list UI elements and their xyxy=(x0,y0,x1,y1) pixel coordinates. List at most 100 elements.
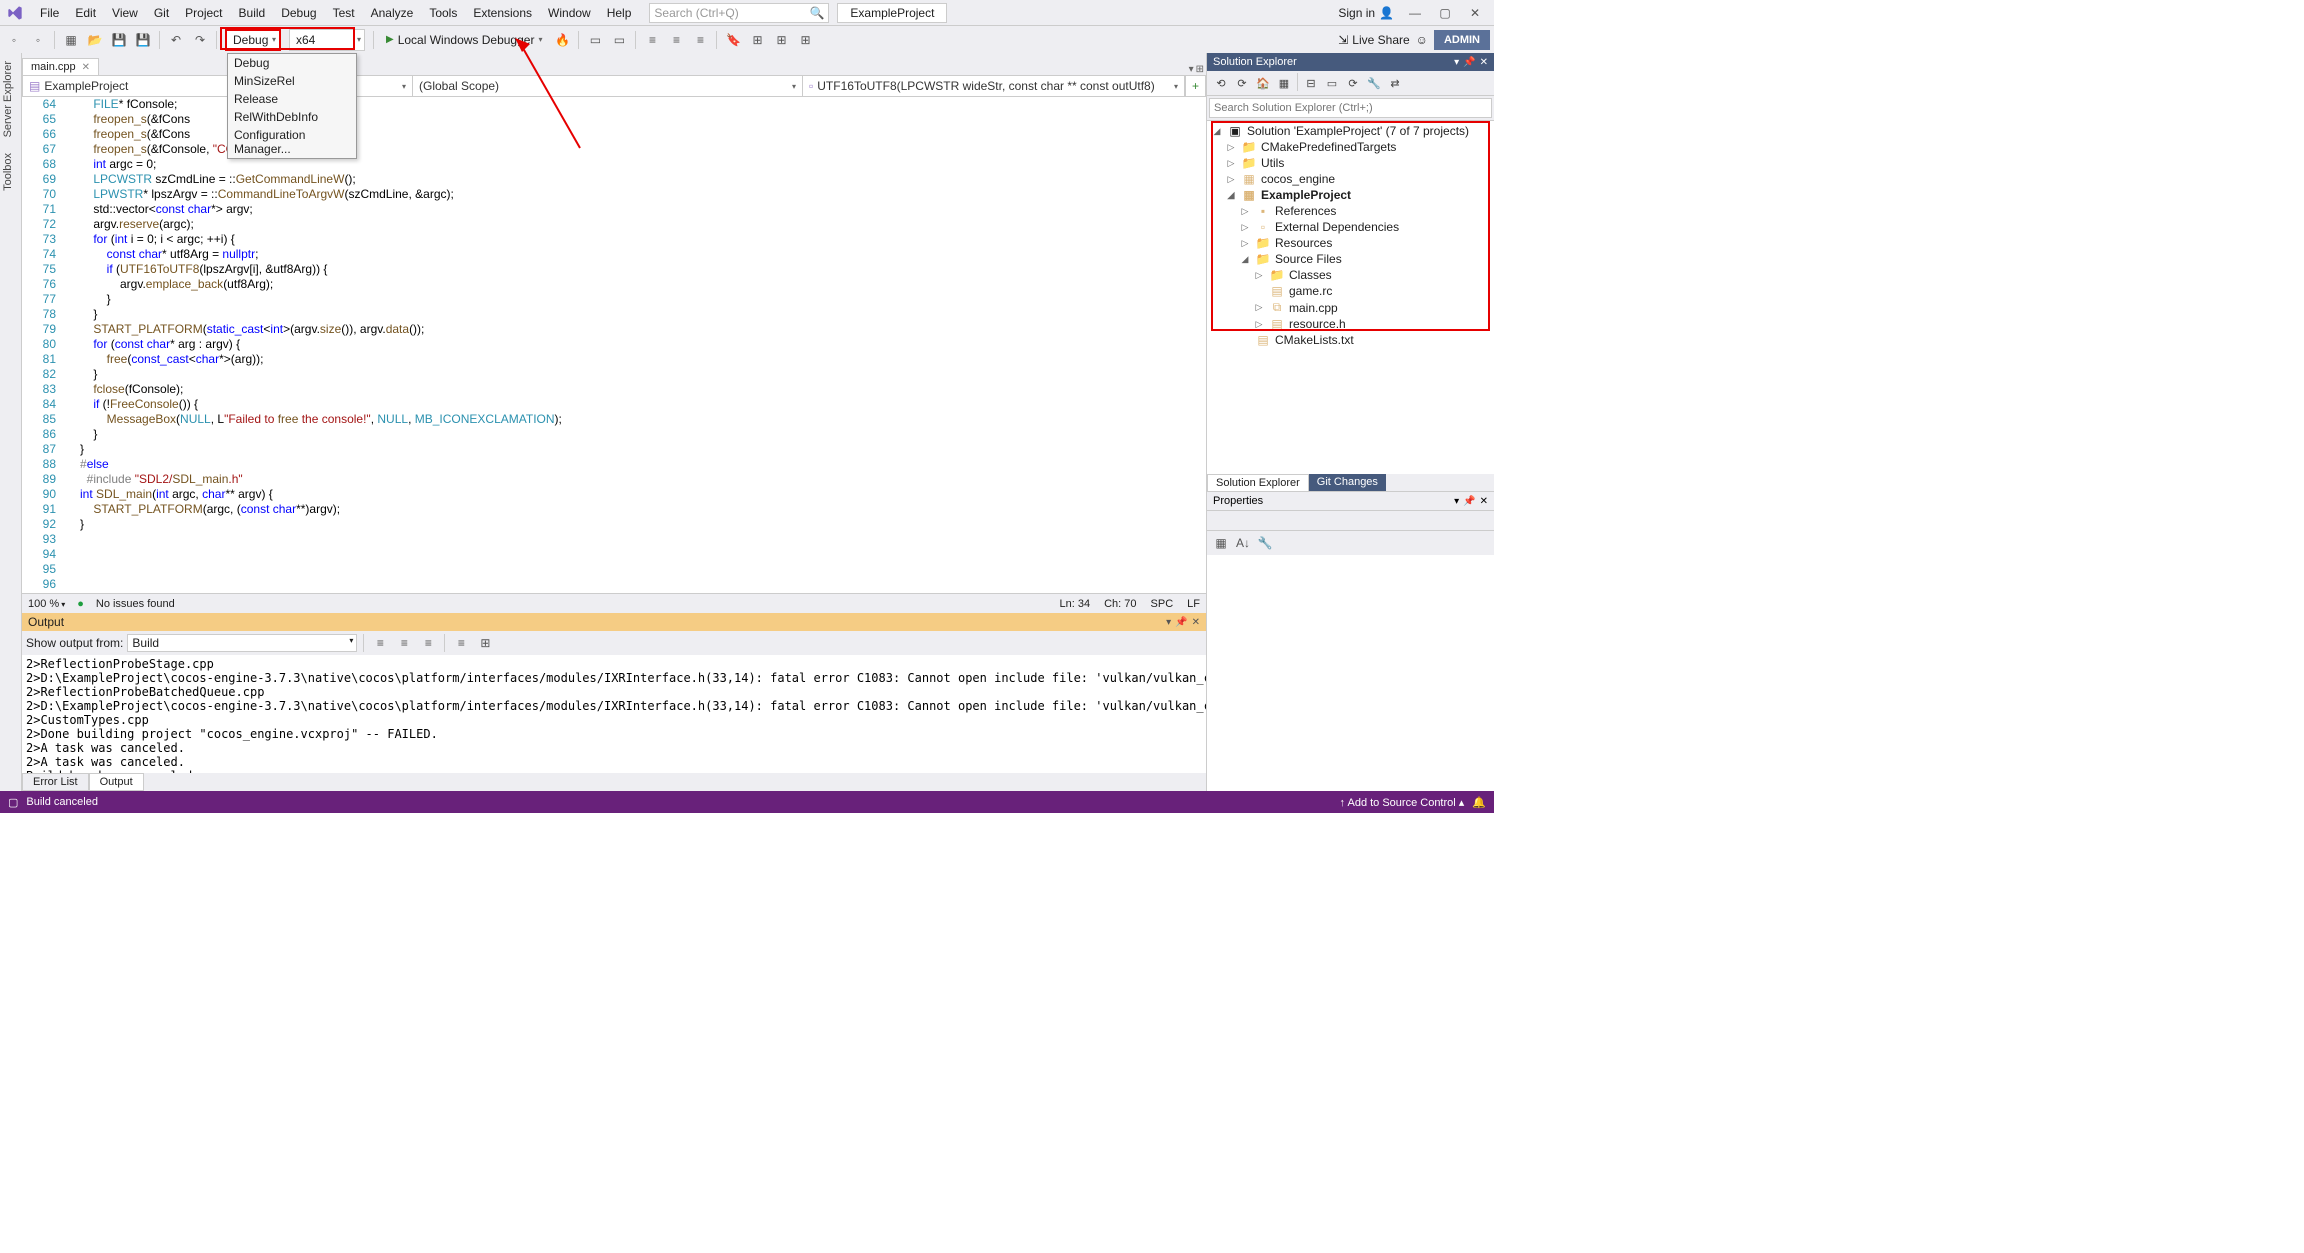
tree-node[interactable]: ▷▪References xyxy=(1207,203,1494,219)
close-icon[interactable]: ✕ xyxy=(82,62,90,73)
home2-icon[interactable]: 🏠 xyxy=(1253,73,1273,93)
pin-icon[interactable]: 📌 xyxy=(1175,617,1187,628)
code-editor[interactable]: 6465666768697071727374757677787980818283… xyxy=(22,97,1206,593)
zoom-combo[interactable]: 100 % xyxy=(28,598,65,610)
menu-edit[interactable]: Edit xyxy=(67,3,104,23)
save-all-icon[interactable]: 💾 xyxy=(133,30,153,50)
tree-node[interactable]: ◢📁Source Files xyxy=(1207,251,1494,267)
close-button[interactable]: ✕ xyxy=(1460,3,1490,23)
categorize-icon[interactable]: ▦ xyxy=(1211,533,1231,553)
error-list-tab[interactable]: Error List xyxy=(22,773,89,791)
close-icon[interactable]: ✕ xyxy=(1480,57,1488,68)
minimize-button[interactable]: — xyxy=(1400,3,1430,23)
menu-build[interactable]: Build xyxy=(231,3,274,23)
pin-icon[interactable]: 📌 xyxy=(1463,57,1475,68)
sign-in-button[interactable]: Sign in 👤 xyxy=(1332,4,1400,22)
dropdown-icon[interactable]: ▾ xyxy=(1454,57,1459,68)
output-text[interactable]: 2>ReflectionProbeStage.cpp 2>D:\ExampleP… xyxy=(22,655,1206,773)
tree-node[interactable]: ▷▫External Dependencies xyxy=(1207,219,1494,235)
show-all-icon[interactable]: ▭ xyxy=(1322,73,1342,93)
code-content[interactable]: FILE* fConsole; freopen_s(&fCons out); f… xyxy=(76,97,1206,593)
solution-explorer-tab[interactable]: Solution Explorer xyxy=(1207,474,1309,491)
menu-git[interactable]: Git xyxy=(146,3,177,23)
nav-fwd-icon[interactable]: ◦ xyxy=(28,30,48,50)
config-option[interactable]: Release xyxy=(228,90,356,108)
undo-icon[interactable]: ↶ xyxy=(166,30,186,50)
solution-node[interactable]: ◢▣ Solution 'ExampleProject' (7 of 7 pro… xyxy=(1207,123,1494,139)
nav-back-icon[interactable]: ◦ xyxy=(4,30,24,50)
preview-icon[interactable]: ⇄ xyxy=(1385,73,1405,93)
misc2-icon[interactable]: ⊞ xyxy=(771,30,791,50)
toolbox-tab[interactable]: Toolbox xyxy=(0,145,16,199)
toggle-icon[interactable]: ≡ xyxy=(394,633,414,653)
document-tab-main[interactable]: main.cpp ✕ xyxy=(22,58,99,75)
menu-debug[interactable]: Debug xyxy=(273,3,324,23)
solution-tree[interactable]: ◢▣ Solution 'ExampleProject' (7 of 7 pro… xyxy=(1207,121,1494,474)
menu-tools[interactable]: Tools xyxy=(421,3,465,23)
alpha-icon[interactable]: A↓ xyxy=(1233,533,1253,553)
new-item-icon[interactable]: ▦ xyxy=(61,30,81,50)
dropdown-icon[interactable]: ▾ xyxy=(1454,496,1459,507)
wrench-icon[interactable]: 🔧 xyxy=(1255,533,1275,553)
menu-project[interactable]: Project xyxy=(177,3,230,23)
notifications-icon[interactable]: 🔔 xyxy=(1472,796,1486,809)
menu-window[interactable]: Window xyxy=(540,3,599,23)
output-tab[interactable]: Output xyxy=(89,773,144,791)
misc3-icon[interactable]: ⊞ xyxy=(795,30,815,50)
dropdown-icon[interactable]: ▾ xyxy=(1166,617,1171,628)
tree-node[interactable]: ▷▦cocos_engine xyxy=(1207,171,1494,187)
redo-icon[interactable]: ↷ xyxy=(190,30,210,50)
tree-node[interactable]: ▷📁Classes xyxy=(1207,267,1494,283)
tree-node[interactable]: ▷📁CMakePredefinedTargets xyxy=(1207,139,1494,155)
collapse-icon[interactable]: ⊟ xyxy=(1301,73,1321,93)
config-option[interactable]: Configuration Manager... xyxy=(228,126,356,158)
split-editor-button[interactable]: + xyxy=(1185,76,1205,96)
misc1-icon[interactable]: ⊞ xyxy=(747,30,767,50)
feedback-icon[interactable]: ☺ xyxy=(1416,33,1428,47)
step2-icon[interactable]: ▭ xyxy=(609,30,629,50)
config-option[interactable]: RelWithDebInfo xyxy=(228,108,356,126)
close-icon[interactable]: ✕ xyxy=(1480,496,1488,507)
tree-node[interactable]: ▷▤resource.h xyxy=(1207,316,1494,332)
bookmark-icon[interactable]: 🔖 xyxy=(723,30,743,50)
show-icon[interactable]: ▦ xyxy=(1274,73,1294,93)
pin-icon[interactable]: 📌 xyxy=(1463,496,1475,507)
function-scope-combo[interactable]: ▫ UTF16ToUTF8(LPCWSTR wideStr, const cha… xyxy=(803,76,1185,96)
tree-node[interactable]: ▤game.rc xyxy=(1207,283,1494,299)
search-box[interactable]: Search (Ctrl+Q) 🔍 xyxy=(649,3,829,23)
menu-extensions[interactable]: Extensions xyxy=(465,3,540,23)
clear-icon[interactable]: ≡ xyxy=(370,633,390,653)
tree-node[interactable]: ▷⧉main.cpp xyxy=(1207,299,1494,316)
menu-help[interactable]: Help xyxy=(599,3,640,23)
tree-node[interactable]: ▷📁Utils xyxy=(1207,155,1494,171)
maximize-button[interactable]: ▢ xyxy=(1430,3,1460,23)
props-icon[interactable]: 🔧 xyxy=(1364,73,1384,93)
tree-node[interactable]: ▤CMakeLists.txt xyxy=(1207,332,1494,348)
tree-node[interactable]: ◢▦ExampleProject xyxy=(1207,187,1494,203)
live-share-button[interactable]: ⇲ Live Share xyxy=(1338,33,1409,47)
outdent-icon[interactable]: ≡ xyxy=(666,30,686,50)
git-changes-tab[interactable]: Git Changes xyxy=(1309,474,1386,491)
config-option[interactable]: Debug xyxy=(228,54,356,72)
tree-node[interactable]: ▷📁Resources xyxy=(1207,235,1494,251)
goto-icon[interactable]: ≡ xyxy=(451,633,471,653)
project-selector[interactable]: ExampleProject xyxy=(837,3,947,23)
output-source-combo[interactable]: Build xyxy=(127,634,357,652)
solution-search-input[interactable] xyxy=(1209,98,1492,118)
menu-analyze[interactable]: Analyze xyxy=(363,3,422,23)
source-control-button[interactable]: ↑ Add to Source Control ▴ xyxy=(1340,796,1465,809)
server-explorer-tab[interactable]: Server Explorer xyxy=(0,53,16,145)
tab-window-icon[interactable]: ⊞ xyxy=(1196,64,1204,75)
sync-icon[interactable]: ⟳ xyxy=(1232,73,1252,93)
tab-dropdown-icon[interactable]: ▾ xyxy=(1189,64,1194,75)
home-icon[interactable]: ⟲ xyxy=(1211,73,1231,93)
open-icon[interactable]: 📂 xyxy=(85,30,105,50)
indent-icon[interactable]: ≡ xyxy=(642,30,662,50)
wrap-icon[interactable]: ≡ xyxy=(418,633,438,653)
comment-icon[interactable]: ≡ xyxy=(690,30,710,50)
config-option[interactable]: MinSizeRel xyxy=(228,72,356,90)
menu-file[interactable]: File xyxy=(32,3,67,23)
solution-platform-combo[interactable]: x64 xyxy=(289,29,365,51)
solution-config-combo[interactable]: Debug DebugMinSizeRelReleaseRelWithDebIn… xyxy=(225,29,281,51)
menu-test[interactable]: Test xyxy=(325,3,363,23)
